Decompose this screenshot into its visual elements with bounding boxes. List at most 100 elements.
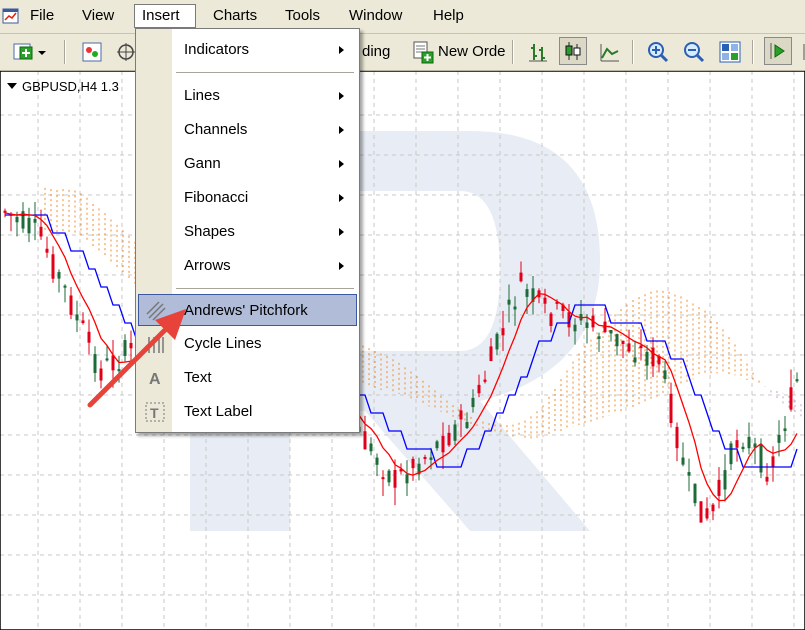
candle-body (771, 456, 775, 468)
new-chart-icon (13, 43, 46, 60)
menu-file[interactable]: File (23, 4, 61, 28)
chart-grid (0, 71, 805, 630)
menu-item-label: Indicators (184, 41, 250, 58)
menu-item-label: Gann (184, 155, 221, 172)
candle-body (393, 470, 397, 488)
candle-body (507, 299, 511, 305)
candle-body (723, 470, 727, 490)
menu-item-andrews-pitchfork[interactable]: Andrews' Pitchfork (138, 294, 357, 326)
candlestick-icon (565, 42, 581, 60)
submenu-arrow-icon (339, 92, 344, 100)
profiles-button[interactable] (78, 38, 106, 66)
menu-item-label: Lines (184, 87, 220, 104)
candle-body (663, 370, 667, 380)
menu-item-indicators[interactable]: Indicators (138, 34, 357, 66)
line-chart-icon (600, 44, 619, 62)
menu-separator (176, 72, 354, 73)
candle-body (411, 458, 415, 469)
candle-body (765, 476, 769, 482)
candle-body (387, 470, 391, 483)
bar-chart-button[interactable] (524, 38, 552, 66)
autoscroll-button[interactable] (764, 37, 792, 65)
app-icon[interactable] (2, 7, 20, 25)
candle-body (621, 340, 625, 344)
svg-text:A: A (149, 371, 161, 388)
crosshair-icon (117, 43, 135, 61)
candle-body (597, 336, 601, 339)
menu-window[interactable]: Window (342, 4, 409, 28)
zoom-out-icon (684, 42, 705, 63)
menu-item-label: Text (184, 369, 212, 386)
price-chart[interactable]: GBPUSD,H4 1.3 (0, 71, 805, 630)
submenu-arrow-icon (339, 46, 344, 54)
menu-item-arrows[interactable]: Arrows (138, 250, 357, 282)
chart-shift-button[interactable] (797, 38, 805, 66)
line-chart-button[interactable] (596, 38, 624, 66)
menu-item-text-label[interactable]: T Text Label (138, 396, 357, 428)
candle-body (693, 483, 697, 504)
menu-item-fibonacci[interactable]: Fibonacci (138, 182, 357, 214)
submenu-arrow-icon (339, 126, 344, 134)
menu-item-shapes[interactable]: Shapes (138, 216, 357, 248)
candle-body (99, 368, 103, 381)
candle-body (759, 444, 763, 473)
new-order-button[interactable]: New Orde (438, 43, 506, 60)
menu-item-lines[interactable]: Lines (138, 80, 357, 112)
insert-dropdown-menu: Indicators Lines Channels Gann Fibonacci… (135, 28, 360, 433)
candle-body (465, 422, 469, 429)
menu-separator (176, 288, 354, 289)
candle-body (615, 334, 619, 347)
zoom-out-button[interactable] (680, 38, 708, 66)
new-order-icon-button[interactable] (409, 38, 437, 66)
candle-body (405, 474, 409, 484)
candle-body (123, 340, 127, 356)
menu-item-gann[interactable]: Gann (138, 148, 357, 180)
chart-symbol-label: GBPUSD,H4 1.3 (7, 79, 119, 94)
menu-item-channels[interactable]: Channels (138, 114, 357, 146)
menu-help[interactable]: Help (426, 4, 471, 28)
candle-body (477, 384, 481, 394)
toolbar-separator (64, 40, 66, 64)
candle-body (441, 435, 445, 453)
profiles-icon (82, 42, 102, 62)
menu-charts[interactable]: Charts (206, 4, 264, 28)
dropdown-triangle-icon[interactable] (7, 83, 17, 89)
candle-body (585, 322, 589, 328)
menu-view[interactable]: View (75, 4, 121, 28)
candle-body (105, 358, 109, 361)
menu-insert[interactable]: Insert (134, 4, 196, 28)
candle-body (483, 379, 487, 382)
candle-body (699, 501, 703, 523)
tile-windows-button[interactable] (716, 38, 744, 66)
submenu-arrow-icon (339, 228, 344, 236)
zoom-in-icon (648, 42, 669, 63)
chart-shift-icon (803, 44, 805, 60)
candle-body (687, 472, 691, 476)
menu-item-cycle-lines[interactable]: Cycle Lines (138, 328, 357, 360)
candlestick-chart-button[interactable] (559, 37, 587, 65)
candle-body (369, 443, 373, 452)
new-chart-button[interactable] (10, 38, 50, 66)
toolbar-separator (752, 40, 754, 64)
toolbar-separator (512, 40, 514, 64)
candle-body (69, 295, 73, 315)
candle-body (513, 306, 517, 310)
candle-body (423, 456, 427, 459)
candle-body (15, 216, 19, 223)
candle-body (45, 248, 49, 253)
chart-canvas[interactable] (0, 71, 805, 630)
menu-tools[interactable]: Tools (278, 4, 327, 28)
zoom-in-button[interactable] (644, 38, 672, 66)
candle-body (27, 217, 31, 234)
candle-body (711, 504, 715, 512)
candle-body (627, 343, 631, 352)
candle-body (525, 289, 529, 297)
submenu-arrow-icon (339, 194, 344, 202)
autotrading-button-label[interactable]: ding (362, 43, 390, 60)
candle-body (39, 226, 43, 237)
menu-item-text[interactable]: A Text (138, 362, 357, 394)
candle-body (783, 428, 787, 432)
candle-body (51, 254, 55, 279)
candle-body (495, 333, 499, 350)
toolbar-separator (632, 40, 634, 64)
